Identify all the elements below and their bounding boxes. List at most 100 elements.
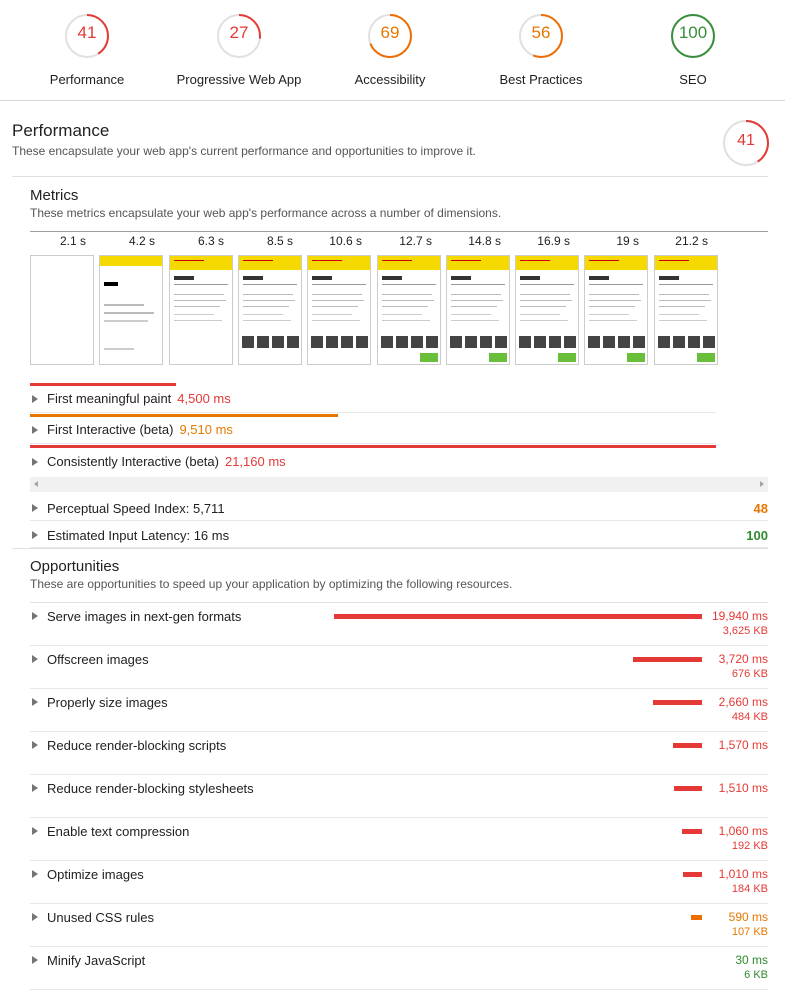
filmstrip-time: 8.5 s xyxy=(266,234,293,248)
opportunity-label: Reduce render-blocking stylesheets xyxy=(47,781,254,796)
metric-row-consistently-interactive[interactable]: Consistently Interactive (beta) 21,160 ms xyxy=(30,448,716,476)
opportunity-label: Properly size images xyxy=(47,695,168,710)
opportunity-bar xyxy=(691,915,702,920)
opportunity-row-render-blocking-stylesheets[interactable]: Reduce render-blocking stylesheets 1,510 … xyxy=(30,775,768,818)
metric-score: 48 xyxy=(753,501,768,516)
metric-score: 100 xyxy=(746,528,768,543)
opportunity-kb: 184 KB xyxy=(731,883,768,895)
opportunity-row-unused-css-rules[interactable]: Unused CSS rules 590 ms 107 KB xyxy=(30,904,768,947)
filmstrip-frame xyxy=(653,255,718,365)
metric-row-estimated-input-latency[interactable]: Estimated Input Latency: 16 ms 100 xyxy=(30,521,768,548)
opportunity-label: Enable text compression xyxy=(47,824,190,839)
gauge-label: SEO xyxy=(679,72,707,87)
filmstrip-time: 14.8 s xyxy=(468,234,501,248)
opportunity-bar xyxy=(682,829,702,834)
expand-arrow-icon[interactable] xyxy=(32,827,38,835)
gauge-label: Best Practices xyxy=(499,72,583,87)
metric-label: Estimated Input Latency: 16 ms xyxy=(47,528,230,543)
metric-row-first-interactive[interactable]: First Interactive (beta) 9,510 ms xyxy=(30,416,716,444)
category-description: These encapsulate your web app's current… xyxy=(12,144,476,158)
filmstrip-time: 21.2 s xyxy=(675,234,708,248)
gauge-label: Performance xyxy=(49,72,125,87)
expand-arrow-icon[interactable] xyxy=(32,458,38,466)
gauge-pwa[interactable]: 27 Progressive Web App xyxy=(164,13,314,87)
category-title: Performance xyxy=(12,121,110,140)
opportunity-bar xyxy=(334,614,702,619)
gauge-best-practices[interactable]: 56 Best Practices xyxy=(466,13,616,87)
opportunity-ms: 1,510 ms xyxy=(718,781,768,795)
metrics-description: These metrics encapsulate your web app's… xyxy=(30,206,502,220)
metric-value: 21,160 ms xyxy=(224,454,286,469)
opportunity-row-render-blocking-scripts[interactable]: Reduce render-blocking scripts 1,570 ms xyxy=(30,732,768,775)
opportunity-row-properly-size-images[interactable]: Properly size images 2,660 ms 484 KB xyxy=(30,689,768,732)
filmstrip-frame xyxy=(376,255,441,365)
expand-arrow-icon[interactable] xyxy=(32,784,38,792)
metric-row-perceptual-speed-index[interactable]: Perceptual Speed Index: 5,711 48 xyxy=(30,494,768,521)
expand-arrow-icon[interactable] xyxy=(32,612,38,620)
gauge-performance[interactable]: 41 Performance xyxy=(12,13,162,87)
opportunity-kb: 3,625 KB xyxy=(722,625,768,637)
expand-arrow-icon[interactable] xyxy=(32,956,38,964)
horizontal-scrollbar[interactable] xyxy=(30,477,768,492)
filmstrip-axis xyxy=(30,231,768,232)
filmstrip-frame xyxy=(168,255,233,365)
opportunity-ms: 1,570 ms xyxy=(718,738,768,752)
gauge-score: 56 xyxy=(531,23,551,42)
filmstrip-frame xyxy=(30,255,94,365)
opportunity-row-serve-next-gen-formats[interactable]: Serve images in next-gen formats 19,940 m… xyxy=(30,603,768,646)
expand-arrow-icon[interactable] xyxy=(32,870,38,878)
opportunity-label: Reduce render-blocking scripts xyxy=(47,738,227,753)
expand-arrow-icon[interactable] xyxy=(32,504,38,512)
opportunity-row-minify-javascript[interactable]: Minify JavaScript 30 ms 6 KB xyxy=(30,947,768,990)
filmstrip-frame xyxy=(99,255,164,365)
expand-arrow-icon[interactable] xyxy=(32,531,38,539)
category-gauges: 41 Performance 27 Progressive Web App 69… xyxy=(0,0,785,101)
metric-label: First Interactive (beta) xyxy=(47,422,174,437)
gauge-score: 27 xyxy=(229,23,249,42)
metric-row-first-meaningful-paint[interactable]: First meaningful paint 4,500 ms xyxy=(30,385,716,413)
divider xyxy=(12,176,768,177)
scroll-left-icon[interactable] xyxy=(34,481,38,487)
expand-arrow-icon[interactable] xyxy=(32,741,38,749)
opportunity-ms: 3,720 ms xyxy=(718,652,768,666)
opportunities-description: These are opportunities to speed up your… xyxy=(30,577,513,591)
metric-label: Consistently Interactive (beta) xyxy=(47,454,219,469)
gauge-seo[interactable]: 100 SEO xyxy=(618,13,768,87)
filmstrip-time: 2.1 s xyxy=(59,234,86,248)
opportunity-label: Offscreen images xyxy=(47,652,149,667)
expand-arrow-icon[interactable] xyxy=(32,426,38,434)
opportunity-label: Unused CSS rules xyxy=(47,910,154,925)
opportunity-label: Minify JavaScript xyxy=(47,953,146,968)
opportunity-row-text-compression[interactable]: Enable text compression 1,060 ms 192 KB xyxy=(30,818,768,861)
gauge-accessibility[interactable]: 69 Accessibility xyxy=(315,13,465,87)
opportunity-bar xyxy=(673,743,702,748)
filmstrip-time: 16.9 s xyxy=(537,234,570,248)
expand-arrow-icon[interactable] xyxy=(32,395,38,403)
opportunity-row-optimize-images[interactable]: Optimize images 1,010 ms 184 KB xyxy=(30,861,768,904)
opportunity-row-offscreen-images[interactable]: Offscreen images 3,720 ms 676 KB xyxy=(30,646,768,689)
opportunity-bar xyxy=(633,657,702,662)
divider xyxy=(12,548,768,549)
opportunity-label: Optimize images xyxy=(47,867,144,882)
filmstrip-time: 19 s xyxy=(616,234,639,248)
expand-arrow-icon[interactable] xyxy=(32,698,38,706)
opportunity-bar xyxy=(674,786,702,791)
opportunity-ms: 590 ms xyxy=(728,910,768,924)
opportunity-ms: 30 ms xyxy=(735,953,768,967)
scroll-right-icon[interactable] xyxy=(760,481,764,487)
expand-arrow-icon[interactable] xyxy=(32,655,38,663)
opportunity-ms: 1,010 ms xyxy=(718,867,768,881)
metric-label: First meaningful paint xyxy=(47,391,172,406)
opportunity-ms: 1,060 ms xyxy=(718,824,768,838)
gauge-score: 100 xyxy=(678,23,708,42)
gauge-score: 69 xyxy=(380,23,400,42)
filmstrip-times: 2.1 s 4.2 s 6.3 s 8.5 s 10.6 s 12.7 s 14… xyxy=(30,234,730,250)
opportunity-kb: 484 KB xyxy=(731,711,768,723)
opportunity-kb: 192 KB xyxy=(731,840,768,852)
metric-value: 4,500 ms xyxy=(177,391,231,406)
expand-arrow-icon[interactable] xyxy=(32,913,38,921)
gauge-score: 41 xyxy=(737,132,755,149)
metric-value: 9,510 ms xyxy=(179,422,233,437)
opportunity-kb: 107 KB xyxy=(731,926,768,938)
opportunity-kb: 676 KB xyxy=(731,668,768,680)
